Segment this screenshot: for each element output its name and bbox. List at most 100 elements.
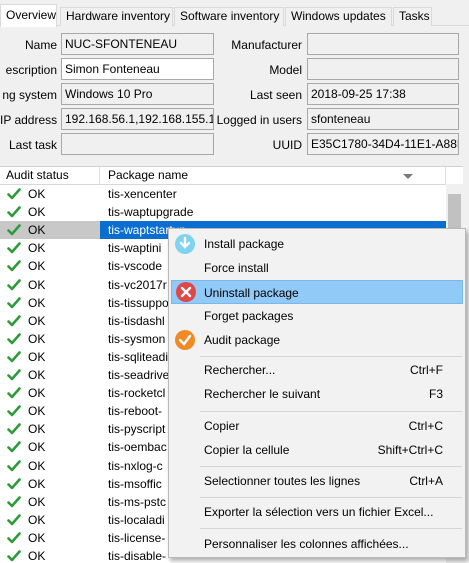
menu-item-copy-label: Copier [204,419,240,433]
menu-item-audit-package[interactable]: Audit package [171,328,463,352]
ok-check-icon [7,188,21,200]
ok-check-icon [7,242,21,254]
model-field[interactable] [307,58,459,80]
tab-overview[interactable]: Overview [0,4,57,27]
audit-status-cell[interactable]: OK [0,438,100,456]
menu-item-uninstall-package[interactable]: Uninstall package [171,280,463,304]
last-task-field[interactable] [61,133,214,155]
audit-status-cell[interactable]: OK [0,294,100,312]
ok-check-icon [7,387,21,399]
menu-item-force-install[interactable]: Force install [171,256,463,280]
audit-status-cell[interactable]: OK [0,511,100,529]
audit-status-cell[interactable]: OK [0,203,100,221]
manufacturer-label: Manufacturer [231,38,302,52]
menu-item-select-all-label: Selectionner toutes les lignes [204,474,361,488]
audit-status-cell[interactable]: OK [0,312,100,330]
audit-status-cell[interactable]: OK [0,402,100,420]
uninstall-x-icon [176,282,196,302]
menu-item-forget-packages[interactable]: Forget packages [171,304,463,328]
menu-item-find-next[interactable]: Rechercher le suivant F3 [171,382,463,406]
menu-item-forget-packages-label: Forget packages [204,309,294,323]
menu-item-uninstall-package-label: Uninstall package [204,286,299,300]
last-seen-field[interactable]: 2018-09-25 17:38 [307,83,459,105]
name-field[interactable]: NUC-SFONTENEAU [61,33,214,55]
description-field[interactable]: Simon Fonteneau [61,58,214,80]
uuid-label: UUID [272,138,302,152]
ok-check-icon [7,459,21,471]
tab-tasks[interactable]: Tasks [393,7,432,26]
audit-status-text: OK [28,422,46,437]
menu-item-find-next-shortcut: F3 [428,387,443,401]
audit-status-text: OK [28,331,46,346]
os-field[interactable]: Windows 10 Pro [61,83,214,105]
table-row[interactable]: OK tis-xencenter [0,185,463,203]
ok-check-icon [7,441,21,453]
audit-status-cell[interactable]: OK [0,221,100,240]
audit-status-cell[interactable]: OK [0,348,100,366]
audit-status-cell[interactable]: OK [0,366,100,384]
audit-status-cell[interactable]: OK [0,529,100,547]
audit-status-text: OK [28,476,46,491]
audit-status-cell[interactable]: OK [0,330,100,348]
uuid-field[interactable]: E35C1780-34D4-11E1-A88D [307,133,459,155]
menu-item-find-shortcut: Ctrl+F [410,363,443,377]
tab-software-inventory[interactable]: Software inventory [174,7,284,26]
menu-item-customize-columns[interactable]: Personnaliser les colonnes affichées... [171,532,463,556]
menu-item-find[interactable]: Rechercher... Ctrl+F [171,358,463,382]
column-header-audit-status[interactable]: Audit status [0,167,100,185]
audit-status-cell[interactable]: OK [0,185,100,203]
audit-status-text: OK [28,530,46,545]
audit-status-cell[interactable]: OK [0,420,100,438]
audit-status-text: OK [28,349,46,364]
menu-item-copy-cell[interactable]: Copier la cellule Shift+Ctrl+C [171,438,463,462]
audit-status-cell[interactable]: OK [0,475,100,493]
audit-status-cell[interactable]: OK [0,239,100,257]
menu-item-find-label: Rechercher... [204,363,276,377]
menu-item-copy-cell-label: Copier la cellule [204,443,290,457]
logged-in-users-label: Logged in users [216,113,302,127]
audit-status-cell[interactable]: OK [0,547,100,563]
audit-status-cell[interactable]: OK [0,384,100,402]
audit-status-cell[interactable]: OK [0,257,100,275]
ip-address-field[interactable]: 192.168.56.1,192.168.155.109 [61,108,214,130]
manufacturer-field[interactable] [307,33,459,55]
menu-separator [200,466,462,467]
menu-item-install-package[interactable]: Install package [171,232,463,256]
audit-status-cell[interactable]: OK [0,276,100,294]
ok-check-icon [7,550,21,562]
ok-check-icon [7,477,21,489]
ok-check-icon [7,369,21,381]
menu-item-copy[interactable]: Copier Ctrl+C [171,414,463,438]
last-seen-label: Last seen [249,88,302,102]
menu-separator [200,356,462,357]
menu-item-copy-cell-shortcut: Shift+Ctrl+C [377,443,443,457]
table-row[interactable]: OK tis-waptupgrade [0,203,463,221]
tab-hardware-inventory[interactable]: Hardware inventory [60,7,173,26]
audit-status-text: OK [28,404,46,419]
audit-status-text: OK [28,549,46,563]
audit-status-text: OK [28,313,46,328]
tab-windows-updates[interactable]: Windows updates [285,7,392,26]
logged-in-users-field[interactable]: sfonteneau [307,108,459,130]
menu-item-export-excel[interactable]: Exporter la sélection vers un fichier Ex… [171,500,463,524]
menu-item-find-next-label: Rechercher le suivant [204,387,321,401]
column-header-package-name[interactable]: Package name [100,167,446,185]
audit-status-cell[interactable]: OK [0,457,100,475]
ok-check-icon [7,513,21,526]
menu-item-select-all[interactable]: Selectionner toutes les lignes Ctrl+A [171,469,463,493]
model-label: Model [269,63,302,77]
ok-check-icon [7,314,21,326]
audit-status-cell[interactable]: OK [0,493,100,511]
menu-item-install-package-label: Install package [204,237,285,251]
column-header-package-name-label: Package name [108,168,189,182]
package-name-cell[interactable]: tis-waptupgrade [100,203,463,221]
package-name-cell[interactable]: tis-xencenter [100,185,463,203]
ok-check-icon [7,296,21,308]
audit-status-text: OK [28,259,46,274]
ok-check-icon [7,206,21,218]
tab-bar: Overview Hardware inventory Software inv… [0,4,469,27]
ok-check-icon [7,423,21,435]
menu-separator [200,528,462,529]
audit-status-text: OK [28,368,46,382]
audit-status-text: OK [28,187,46,201]
